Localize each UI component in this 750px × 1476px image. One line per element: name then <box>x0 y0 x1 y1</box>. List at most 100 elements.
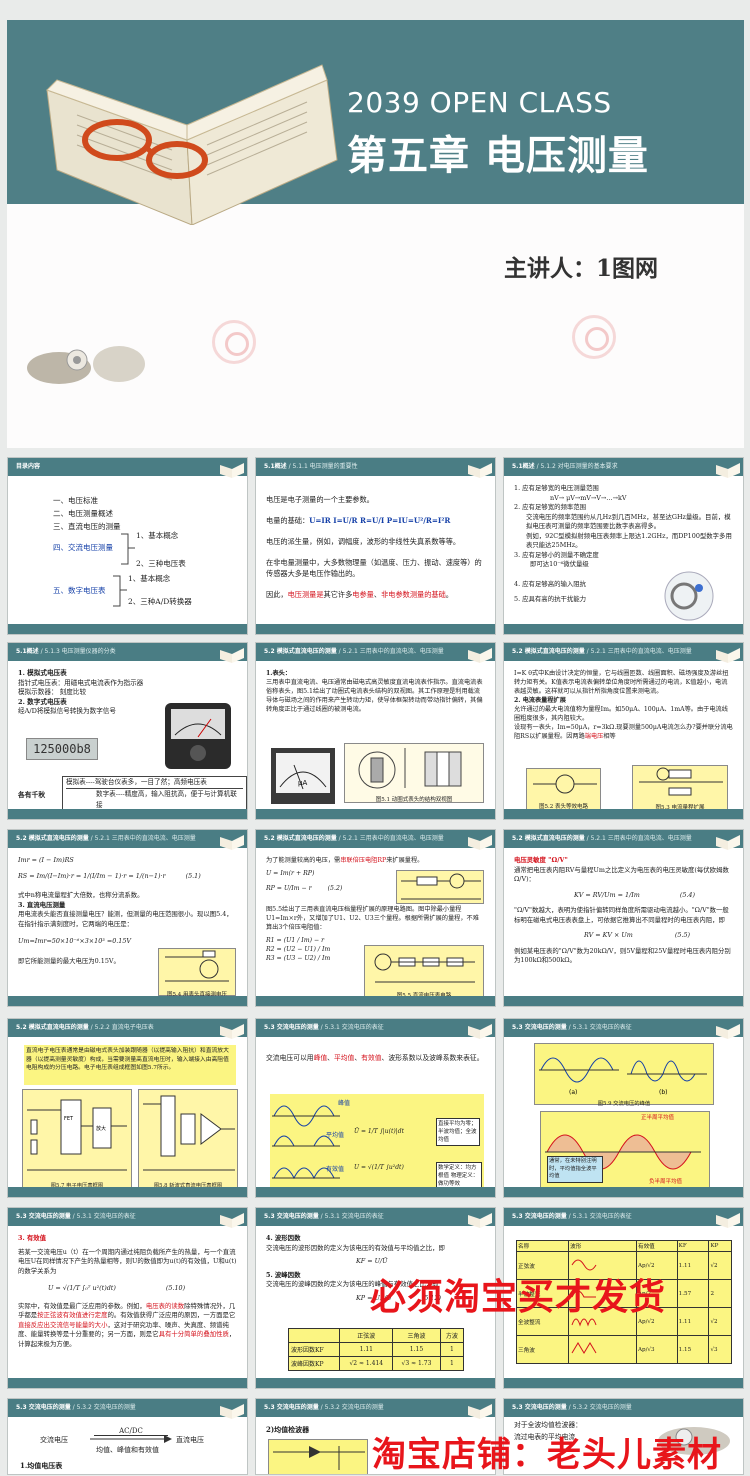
slide-header-bar: 5.3 交流电压的测量 / 5.3.2 交流电压的测量 <box>256 1399 495 1417</box>
slide-header-bar: 5.2 模拟式直流电压的测量 / 5.2.1 三用表中的直流电流、电压测量 <box>504 830 743 848</box>
slide-toc: 目录内容 一、电压标准 二、电压测量概述 三、直流电压的测量 四、交流电压测量 … <box>7 457 248 635</box>
bracket <box>113 575 127 607</box>
cover-title-cn: 第五章 电压测量 <box>347 133 649 179</box>
slide-5-2-1d: 5.2 模拟式直流电压的测量 / 5.2.1 三用表中的直流电流、电压测量 为了… <box>255 829 496 1007</box>
open-book-icon <box>46 64 338 225</box>
note-box: 通常，在未特别注明时，平均值指全波平均值 <box>547 1156 603 1183</box>
slide-header-bar: 5.2 模拟式直流电压的测量 / 5.2.1 三用表中的直流电流、电压测量 <box>256 830 495 848</box>
half-wave-average-figure: 正半周平均值 通常，在未特别注明时，平均值指全波平均值 负半周平均值 <box>540 1111 710 1189</box>
book-icon <box>220 1024 244 1039</box>
detector-circuit-figure <box>268 1439 368 1474</box>
book-icon <box>220 648 244 663</box>
slide-header-bar: 5.2 模拟式直流电压的测量 / 5.2.1 三用表中的直流电流、电压测量 <box>504 643 743 661</box>
toc-item-5: 五、数字电压表 <box>53 586 106 595</box>
slide-header-bar: 5.3 交流电压的测量 / 5.3.1 交流电压的表征 <box>256 1208 495 1226</box>
figure-5-2: 图5.2 表头等效电路 <box>526 768 601 810</box>
meter-dial-image: μA <box>271 748 335 804</box>
book-icon <box>716 463 740 478</box>
book-icon <box>716 835 740 850</box>
slide-5-2-1c: 5.2 模拟式直流电压的测量 / 5.2.1 三用表中的直流电流、电压测量 Im… <box>7 829 248 1007</box>
slide-5-3-1c: 5.3 交流电压的测量 / 5.3.1 交流电压的表征 3. 有效值 若某一交流… <box>7 1207 248 1389</box>
book-icon <box>716 1213 740 1228</box>
toc-sub-1a: 1、基本概念 <box>136 531 179 540</box>
slide-5-1-1: 5.1概述 / 5.1.1 电压测量的重要性 电压是电子测量的一个主要参数。 电… <box>255 457 496 635</box>
toc-sub-2a: 1、基本概念 <box>128 574 171 583</box>
book-icon <box>468 1024 492 1039</box>
book-icon <box>468 1404 492 1419</box>
factor-table: 正弦波 三角波 方波 波形因数KF 1.11 1.15 1 波峰因数KP √2 … <box>287 1328 465 1371</box>
book-icon <box>468 835 492 850</box>
svg-text:(a): (a) <box>569 1089 577 1096</box>
figure-5-5: 图5.5 直流电压表电路 <box>364 945 484 999</box>
text-line: 电压是电子测量的一个主要参数。 <box>266 495 374 504</box>
rms-note: 数学定义：均方根值 物理定义：做功等效 <box>436 1162 482 1190</box>
watermark-top: 必须淘宝买才发货 <box>370 1277 667 1318</box>
figure-5-8: 图5.8 斩波式直流电压表框图 <box>138 1089 238 1189</box>
book-icon <box>468 648 492 663</box>
toc-sub-1b: 2、三种电压表 <box>136 559 186 568</box>
average-note: 直接平均为零；半波均值；全波均值 <box>436 1118 480 1146</box>
book-icon <box>220 835 244 850</box>
figure-5-3: 图5.3 电流量程扩展 <box>632 765 728 811</box>
slide-header-bar: 5.2 模拟式直流电压的测量 / 5.2.1 三用表中的直流电流、电压测量 <box>256 643 495 661</box>
slide-5-2-1e: 5.2 模拟式直流电压的测量 / 5.2.1 三用表中的直流电流、电压测量 电压… <box>503 829 744 1007</box>
cover-slide: 2039 OPEN CLASS 第五章 电压测量 主讲人：1图网 <box>7 20 744 448</box>
toc-item-2: 二、电压测量概述 <box>53 509 113 518</box>
arrow-icon <box>90 1435 172 1443</box>
toc-item-3: 三、直流电压的测量 <box>53 522 121 531</box>
book-icon <box>220 1213 244 1228</box>
slide-5-1-2: 5.1概述 / 5.1.2 对电压测量的基本要求 1. 应有足够宽的电压测量范围… <box>503 457 744 635</box>
figure-5-4: 图5.4 用表头直接测电压 <box>158 948 236 998</box>
slide-header-bar: 5.3 交流电压的测量 / 5.3.2 交流电压的测量 <box>8 1399 247 1417</box>
toc-item-4: 四、交流电压测量 <box>53 543 113 552</box>
toc-sub-2b: 2、三种A/D转换器 <box>128 597 192 606</box>
slide-5-3-1a: 5.3 交流电压的测量 / 5.3.1 交流电压的表征 交流电压可以用峰值、平均… <box>255 1018 496 1198</box>
svg-text:放大: 放大 <box>96 1125 106 1132</box>
watermark-bottom: 淘宝店铺：老头儿素材 <box>372 1435 722 1475</box>
digital-display: 125000b8 <box>26 738 98 760</box>
svg-text:μA: μA <box>298 779 307 787</box>
slide-5-1-3: 5.1概述 / 5.1.3 电压测量仪器的分类 1. 模拟式电压表 指针式电压表… <box>7 642 248 820</box>
slide-header-bar: 5.3 交流电压的测量 / 5.3.1 交流电压的表征 <box>504 1019 743 1037</box>
slide-5-2-1b: 5.2 模拟式直流电压的测量 / 5.2.1 三用表中的直流电流、电压测量 I=… <box>503 642 744 820</box>
ring-image <box>664 571 714 621</box>
lotus-watermark-icon <box>572 315 616 359</box>
slide-header-bar: 5.1概述 / 5.1.1 电压测量的重要性 <box>256 458 495 476</box>
waveform-panel: 峰值 平均值 有效值 Ū = 1/T ∫|u(t)|dt U = √(1/T ∫… <box>270 1094 484 1190</box>
figure-5-7: FET 放大 图5.7 电子电压表框图 <box>22 1089 132 1189</box>
book-icon <box>220 463 244 478</box>
book-icon <box>716 1024 740 1039</box>
intro-box: 直流电子电压表通常是由磁电式表头加装跟随器（以提高输入阻抗）和直流放大器（以提高… <box>24 1045 236 1085</box>
waveform-plots <box>272 1105 340 1180</box>
bracket <box>121 533 135 565</box>
slide-header-bar: 5.1概述 / 5.1.2 对电压测量的基本要求 <box>504 458 743 476</box>
compare-box: 模拟表----驾驶台仪表多，一目了然；高频电压表 数字表----精度高，输入阻抗… <box>62 776 247 812</box>
cover-title-en: 2039 OPEN CLASS <box>347 86 612 119</box>
book-icon <box>468 463 492 478</box>
slide-header-bar: 5.1概述 / 5.1.3 电压测量仪器的分类 <box>8 643 247 661</box>
slide-5-2-2: 5.2 模拟式直流电压的测量 / 5.2.2 直流电子电压表 直流电子电压表通常… <box>7 1018 248 1198</box>
slide-header-bar: 5.3 交流电压的测量 / 5.3.1 交流电压的表征 <box>256 1019 495 1037</box>
book-icon <box>220 1404 244 1419</box>
book-icon <box>468 1213 492 1228</box>
series-resistor-figure <box>396 870 484 904</box>
toc-item-1: 一、电压标准 <box>53 496 98 505</box>
lotus-watermark-icon <box>212 320 256 364</box>
slide-5-3-2a: 5.3 交流电压的测量 / 5.3.2 交流电压的测量 交流电压 AC/DC 直… <box>7 1398 248 1475</box>
book-icon <box>716 648 740 663</box>
slide-header-bar: 目录内容 <box>8 458 247 476</box>
figure-5-9: (a) (b) 图5.9 交流电压的峰值 <box>534 1043 714 1107</box>
slide-5-2-1a: 5.2 模拟式直流电压的测量 / 5.2.1 三用表中的直流电流、电压测量 1.… <box>255 642 496 820</box>
slide-header-bar: 5.3 交流电压的测量 / 5.3.2 交流电压的测量 <box>504 1399 743 1417</box>
slide-header-bar: 5.2 模拟式直流电压的测量 / 5.2.2 直流电子电压表 <box>8 1019 247 1037</box>
analog-meter-image <box>165 703 231 769</box>
slide-5-3-1b: 5.3 交流电压的测量 / 5.3.1 交流电压的表征 (a) (b) 图5.9… <box>503 1018 744 1198</box>
slide-header-bar: 5.2 模拟式直流电压的测量 / 5.2.1 三用表中的直流电流、电压测量 <box>8 830 247 848</box>
svg-text:FET: FET <box>64 1116 74 1122</box>
slide-header-bar: 5.3 交流电压的测量 / 5.3.1 交流电压的表征 <box>8 1208 247 1226</box>
cover-presenter: 主讲人：1图网 <box>504 255 659 282</box>
coil-structure-figure: 图5.1 动圈式表头的结构双视图 <box>344 743 484 803</box>
svg-text:(b): (b) <box>659 1089 668 1096</box>
slide-header-bar: 5.3 交流电压的测量 / 5.3.1 交流电压的表征 <box>504 1208 743 1226</box>
jewelry-image <box>27 346 145 384</box>
